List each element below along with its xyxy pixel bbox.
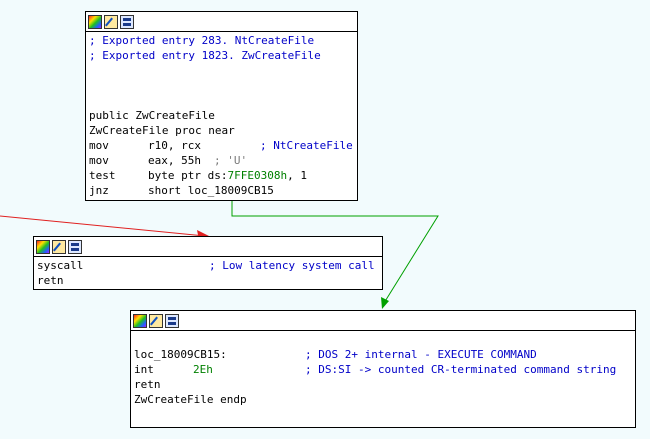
label-row[interactable]: loc_18009CB15: ; DOS 2+ internal - EXECUT…: [134, 347, 632, 362]
graph-view-icon[interactable]: [120, 14, 134, 29]
branch-target[interactable]: short loc_18009CB15: [148, 183, 274, 198]
instruction-row[interactable]: jnz short loc_18009CB15: [89, 183, 354, 198]
proc-declaration[interactable]: ZwCreateFile proc near: [89, 123, 354, 138]
mnemonic: test: [89, 169, 116, 182]
export-comment: ; Exported entry 283. NtCreateFile: [89, 34, 315, 47]
instruction-row[interactable]: int 2Eh ; DS:SI -> counted CR-terminated c…: [134, 362, 632, 377]
inline-comment: ; Low latency system call: [209, 259, 375, 272]
proc-end[interactable]: ZwCreateFile endp: [134, 392, 632, 407]
color-palette-icon[interactable]: [36, 239, 50, 254]
mnemonic: syscall: [37, 259, 84, 272]
code-block-int2e[interactable]: loc_18009CB15: ; DOS 2+ internal - EXECUT…: [130, 310, 636, 428]
instruction-row[interactable]: syscall ; Low latency system call: [37, 258, 379, 273]
mnemonic: jnz: [89, 184, 109, 197]
operands: r10, rcx: [148, 139, 201, 152]
rename-icon[interactable]: [104, 14, 118, 29]
code-block-syscall[interactable]: syscall ; Low latency system call retn: [33, 236, 383, 290]
instruction-row[interactable]: test byte ptr ds:7FFE0308h, 1: [89, 168, 354, 183]
edge-false: [0, 215, 206, 237]
graph-view-icon[interactable]: [165, 313, 179, 328]
mnemonic: retn: [134, 378, 161, 391]
instruction-row[interactable]: mov eax, 55h ; 'U': [89, 153, 354, 168]
mnemonic: mov: [89, 154, 109, 167]
operands: byte ptr ds:: [148, 169, 228, 182]
code-block-entry[interactable]: ; Exported entry 283. NtCreateFile ; Exp…: [85, 11, 358, 201]
color-palette-icon[interactable]: [133, 313, 147, 328]
edge-true-arrowhead: [381, 297, 389, 309]
graph-view[interactable]: ; Exported entry 283. NtCreateFile ; Exp…: [0, 0, 650, 439]
mnemonic: retn: [37, 274, 64, 287]
address-ref[interactable]: 7FFE0308h: [227, 169, 287, 182]
inline-comment: ; DOS 2+ internal - EXECUTE COMMAND: [305, 348, 537, 361]
export-comment: ; Exported entry 1823. ZwCreateFile: [89, 49, 321, 62]
public-declaration[interactable]: public ZwCreateFile: [89, 108, 354, 123]
color-palette-icon[interactable]: [88, 14, 102, 29]
rename-icon[interactable]: [149, 313, 163, 328]
instruction-row[interactable]: mov r10, rcx ; NtCreateFile: [89, 138, 354, 153]
inline-comment: ; NtCreateFile: [260, 139, 353, 152]
block-toolbar: [34, 237, 382, 257]
operands: 2Eh: [193, 363, 213, 376]
graph-view-icon[interactable]: [68, 239, 82, 254]
block-toolbar: [86, 12, 357, 32]
block-toolbar: [131, 311, 635, 331]
rename-icon[interactable]: [52, 239, 66, 254]
operands: eax, 55h: [148, 154, 201, 167]
mnemonic: mov: [89, 139, 109, 152]
code-label[interactable]: loc_18009CB15:: [134, 348, 227, 361]
char-comment: ; 'U': [214, 154, 248, 167]
instruction-row[interactable]: retn: [134, 377, 632, 392]
mnemonic: int: [134, 363, 154, 376]
inline-comment: ; DS:SI -> counted CR-terminated command…: [305, 363, 617, 376]
instruction-row[interactable]: retn: [37, 273, 379, 288]
operands-suffix: , 1: [287, 169, 307, 182]
